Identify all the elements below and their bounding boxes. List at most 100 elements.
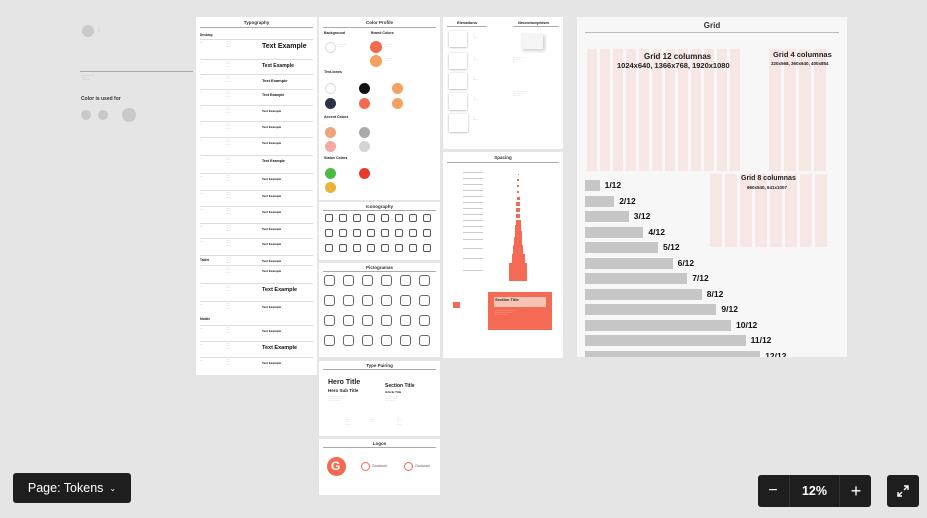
type-example: Text Example bbox=[262, 287, 298, 293]
spacing-token-label bbox=[463, 208, 483, 209]
icon-sample bbox=[325, 214, 333, 222]
zoom-out-button[interactable]: − bbox=[758, 475, 788, 507]
typography-board[interactable]: Typography Desktop — — — — — — — Text Exampl… bbox=[196, 17, 317, 375]
spacing-board[interactable]: Spacing Section Title — — — — — — — — — —… bbox=[443, 152, 563, 358]
pictogram-sample bbox=[362, 315, 373, 326]
type-style-label: — bbox=[200, 92, 202, 94]
section-title-text: Section Title bbox=[495, 297, 519, 302]
type-example: Text Example bbox=[262, 194, 282, 198]
spacing-swatch bbox=[516, 202, 520, 206]
elevations-board[interactable]: Elevations Neuromorphism — — — — — — — — — … bbox=[443, 17, 563, 149]
row-divider bbox=[200, 341, 313, 342]
article-title: Article Title bbox=[385, 390, 402, 394]
brand-swatch bbox=[370, 41, 382, 53]
tone-swatch bbox=[359, 98, 370, 109]
fraction-bar bbox=[585, 211, 629, 222]
logo-g-icon: G bbox=[331, 459, 341, 473]
spacing-swatch bbox=[517, 179, 519, 181]
type-example: Text Example bbox=[262, 125, 282, 129]
tone-swatch bbox=[325, 98, 336, 109]
spacing-token-label bbox=[463, 184, 483, 185]
pictogram-sample bbox=[343, 295, 354, 306]
pictogram-sample bbox=[419, 335, 430, 346]
grid-column bbox=[730, 49, 740, 171]
spacing-token-label bbox=[463, 172, 483, 173]
fullscreen-button[interactable] bbox=[887, 475, 919, 507]
section-title-card: Section Title — — — — — — — — — — — — — —… bbox=[488, 292, 552, 330]
iconography-board[interactable]: Iconography bbox=[319, 202, 440, 260]
icon-sample bbox=[367, 244, 375, 252]
icon-sample bbox=[381, 229, 389, 237]
status-swatch bbox=[325, 182, 336, 193]
spacing-token-label bbox=[463, 190, 483, 191]
fraction-label: 9/12 bbox=[721, 304, 738, 314]
spacing-token-label bbox=[463, 202, 483, 203]
logos-board[interactable]: Logos G Goulooot Goulooot bbox=[319, 439, 440, 495]
grid4-sizes: 320x568, 360x640, 400x854 bbox=[771, 61, 829, 66]
icon-sample bbox=[353, 244, 361, 252]
type-style-meta: — — — — — — bbox=[226, 343, 231, 350]
icon-sample bbox=[381, 214, 389, 222]
color-swatch bbox=[81, 110, 91, 120]
spacing-token-label bbox=[463, 226, 483, 227]
fraction-label: 10/12 bbox=[736, 319, 758, 330]
spacing-token-label bbox=[463, 232, 483, 233]
status-swatch bbox=[359, 168, 370, 179]
zoom-level[interactable]: 12% bbox=[789, 475, 840, 507]
accent-swatch bbox=[325, 127, 336, 138]
type-style-meta: — — — — — — bbox=[226, 139, 231, 146]
elevation-card bbox=[449, 53, 467, 69]
pictogram-sample bbox=[324, 295, 335, 306]
spacing-token-label bbox=[463, 178, 483, 179]
pictogram-sample bbox=[419, 275, 430, 286]
icon-sample bbox=[339, 229, 347, 237]
spacing-swatch bbox=[515, 219, 521, 225]
type-style-meta: — — — — — — bbox=[226, 303, 231, 310]
grid8-sizes: 960x540, 641x1007 bbox=[747, 185, 788, 190]
accent-colors-label: Accent Colors bbox=[324, 115, 349, 119]
logo-mark-small bbox=[361, 462, 370, 471]
type-style-label: — bbox=[200, 42, 202, 44]
elevation-card bbox=[449, 114, 468, 132]
type-style-label: — bbox=[200, 286, 202, 288]
color-profile-board[interactable]: Color Profile Background Brand Colors Te… bbox=[319, 17, 440, 200]
color-swatch bbox=[122, 108, 136, 122]
board-title: Logos bbox=[372, 441, 387, 446]
spacing-swatch bbox=[516, 208, 520, 212]
row-divider bbox=[200, 105, 313, 106]
status-swatch bbox=[325, 168, 336, 179]
minus-icon: − bbox=[768, 482, 778, 499]
type-pairing-board[interactable]: Type Pairing Hero Title Hero Sub Title —… bbox=[319, 361, 440, 436]
type-style-meta: — — — — — — bbox=[226, 327, 231, 334]
type-style-meta: — — — — — — bbox=[226, 257, 231, 264]
spacing-token-label bbox=[463, 220, 483, 221]
type-style-meta: — — — — — — bbox=[226, 267, 231, 274]
page-selector[interactable]: Page: Tokens ⌄ bbox=[13, 473, 131, 503]
type-example: Text Example bbox=[262, 269, 282, 273]
grid-board[interactable]: Grid Grid 12 columnas 1024x640, 1366x768… bbox=[577, 17, 847, 357]
spacing-token-label bbox=[463, 270, 483, 271]
fraction-label: 2/12 bbox=[619, 195, 636, 206]
type-style-label: — bbox=[200, 360, 202, 362]
logo-wordmark: Goulooot bbox=[415, 464, 430, 468]
pictogram-sample bbox=[362, 275, 373, 286]
grid-column bbox=[725, 174, 737, 247]
type-style-label: — bbox=[200, 193, 202, 195]
spacing-token-label bbox=[463, 214, 483, 215]
fraction-label: 12/12 bbox=[765, 350, 787, 358]
icon-sample bbox=[395, 244, 403, 252]
brand-swatch bbox=[370, 55, 382, 67]
row-divider bbox=[200, 255, 313, 256]
tone-swatch bbox=[359, 83, 370, 94]
neumorphism-title: Neuromorphism bbox=[518, 20, 549, 25]
fraction-bar bbox=[585, 195, 615, 207]
pictograms-board[interactable]: Pictogramas bbox=[319, 263, 440, 357]
zoom-in-button[interactable]: + bbox=[841, 475, 871, 507]
divider bbox=[80, 71, 193, 72]
type-example: Text Example bbox=[262, 305, 282, 309]
type-example: Text Example bbox=[262, 361, 282, 365]
accent-swatch bbox=[325, 141, 336, 152]
pictogram-sample bbox=[381, 295, 392, 306]
board-title: Type Pairing bbox=[366, 363, 393, 368]
section-label: Desktop bbox=[200, 33, 213, 37]
